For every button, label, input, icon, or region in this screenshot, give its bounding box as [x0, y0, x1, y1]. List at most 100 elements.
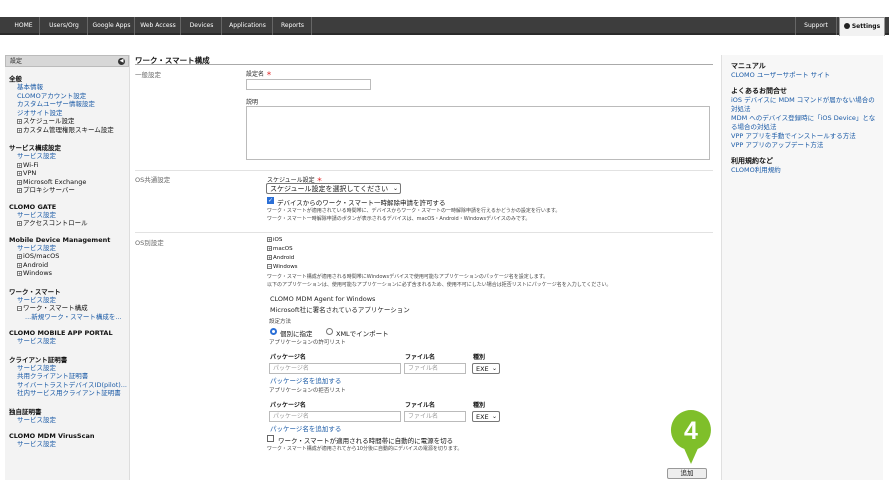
deny-add-package-link[interactable]: パッケージ名を追加する: [270, 423, 341, 433]
method-label: 設定方法: [269, 319, 292, 325]
section-divider: [135, 232, 713, 233]
sidebar-link-service-settings[interactable]: サービス設定: [9, 440, 129, 449]
deny-package-input[interactable]: パッケージ名: [269, 411, 401, 422]
faq-link[interactable]: VPP アプリを手動でインストールする方法: [731, 132, 883, 141]
sidebar-link-internal-cert[interactable]: 社内サービス用クライアント証明書: [9, 389, 129, 398]
power-off-checkbox[interactable]: [267, 435, 274, 442]
deny-file-input[interactable]: ファイル名: [404, 411, 466, 422]
os-tab-label: macOS: [273, 246, 293, 252]
allow-release-help-2: ワーク・スマート一時解除申請のボタンが表示されるデバイスは、macOS・Andr…: [267, 216, 531, 222]
config-name-label: 設定名 ＊: [246, 69, 272, 78]
section-os-specific-label: OS別設定: [135, 239, 164, 247]
chevron-down-icon: ⌄: [491, 413, 497, 420]
callout-pointer: [683, 446, 699, 464]
sidebar-link-new-work-smart[interactable]: ...新規ワーク・スマート構成を...: [9, 313, 129, 322]
sidebar-link-shared-cert[interactable]: 共用クライアント証明書: [9, 372, 129, 381]
sidebar-tree-windows[interactable]: + Windows: [9, 269, 129, 278]
allow-type-value: EXE: [476, 365, 489, 373]
method-individual-radio[interactable]: [270, 328, 277, 335]
allow-package-input[interactable]: パッケージ名: [269, 363, 401, 374]
chevron-down-icon: ⌄: [392, 185, 398, 192]
sidebar-group-title: クライアント証明書: [9, 355, 68, 364]
sidebar-tree-exchange[interactable]: + Microsoft Exchange: [9, 178, 129, 187]
sidebar-group-title: CLOMO MOBILE APP PORTAL: [9, 329, 113, 337]
sidebar-tree-label: ワーク・スマート構成: [23, 304, 88, 312]
sidebar-tree-wifi[interactable]: + Wi-Fi: [9, 161, 129, 170]
sidebar-tree-label: VPN: [23, 169, 37, 177]
sidebar-group-title: ワーク・スマート: [9, 287, 61, 296]
sidebar-group-title: CLOMO MDM VirusScan: [9, 432, 95, 440]
sidebar-tree-proxy[interactable]: + プロキシサーバー: [9, 186, 129, 195]
sidebar-tree-ios-macos[interactable]: + iOS/macOS: [9, 252, 129, 261]
power-off-help: ワーク・スマート構成が適用されてから10分後に自動的にデバイスの電源を切ります。: [267, 446, 463, 452]
allow-add-package-link[interactable]: パッケージ名を追加する: [270, 375, 341, 385]
sidebar-tree-android[interactable]: + Android: [9, 261, 129, 270]
sidebar-tree-custom-permission[interactable]: + カスタム管理権限スキーム設定: [9, 126, 129, 135]
faq-link[interactable]: VPP アプリのアップデート方法: [731, 141, 883, 150]
sidebar-tree-work-smart-config[interactable]: − ワーク・スマート構成: [9, 304, 129, 313]
os-tab-ios[interactable]: + iOS: [267, 237, 282, 243]
sidebar-link-service-settings[interactable]: サービス設定: [9, 416, 129, 425]
method-xml-label: XMLでインポート: [336, 330, 389, 338]
sidebar-link-account[interactable]: CLOMOアカウント設定: [9, 92, 129, 101]
faq-link[interactable]: iOS デバイスに MDM コマンドが届かない場合の対処法: [731, 96, 883, 114]
nav-reports[interactable]: Reports: [274, 17, 312, 35]
sidebar-tree-access-control[interactable]: + アクセスコントロール: [9, 219, 129, 228]
sidebar-header: 設定 ◀: [5, 55, 129, 67]
sidebar-link-basic-info[interactable]: 基本情報: [9, 83, 129, 92]
manual-title: マニュアル: [731, 62, 766, 70]
nav-google-apps[interactable]: Google Apps: [89, 17, 135, 35]
nav-applications[interactable]: Applications: [223, 17, 273, 35]
sidebar-group-title: 全般: [9, 75, 22, 83]
expand-icon: +: [17, 188, 22, 193]
sidebar-tree-schedule[interactable]: + スケジュール設定: [9, 117, 129, 126]
allow-file-input[interactable]: ファイル名: [404, 363, 466, 374]
os-tab-android[interactable]: + Android: [267, 255, 294, 261]
sidebar-link-service-settings[interactable]: サービス設定: [9, 244, 129, 253]
manual-link[interactable]: CLOMO ユーザーサポート サイト: [731, 71, 883, 80]
nav-home[interactable]: HOME: [8, 17, 40, 35]
sidebar-tree-vpn[interactable]: + VPN: [9, 169, 129, 178]
sidebar-link-service-settings[interactable]: サービス設定: [9, 211, 129, 220]
sidebar-link-service-settings[interactable]: サービス設定: [9, 296, 129, 305]
description-textarea[interactable]: [246, 106, 710, 160]
sidebar-link-service-settings[interactable]: サービス設定: [9, 337, 129, 346]
os-tab-macos[interactable]: + macOS: [267, 246, 293, 252]
schedule-select[interactable]: スケジュール設定を選択してください ⌄: [266, 183, 401, 194]
expand-icon: +: [17, 254, 22, 259]
sidebar-group-mdm: Mobile Device Management サービス設定 + iOS/mac…: [9, 236, 129, 278]
sidebar-link-custom-user[interactable]: カスタムユーザー情報設定: [9, 100, 129, 109]
terms-link[interactable]: CLOMO利用規約: [731, 166, 883, 175]
nav-devices[interactable]: Devices: [182, 17, 222, 35]
allow-type-select[interactable]: EXE ⌄: [472, 363, 500, 374]
allow-list-label: アプリケーションの許可リスト: [269, 340, 346, 346]
sidebar-link-cybertrust[interactable]: サイバートラストデバイスID(pilot)...: [9, 381, 129, 390]
allow-release-checkbox[interactable]: ✓: [267, 197, 274, 204]
callout-number: 4: [684, 417, 698, 445]
config-name-input[interactable]: [246, 79, 371, 90]
sidebar-tree-label: Microsoft Exchange: [23, 177, 87, 186]
faq-link[interactable]: MDM へのデバイス登録時に「iOS Device」となる場合の対処法: [731, 114, 883, 132]
nav-web-access[interactable]: Web Access: [136, 17, 181, 35]
add-button[interactable]: 追加: [667, 468, 707, 479]
sidebar-link-geosite[interactable]: ジオサイト設定: [9, 109, 129, 118]
sidebar-group-title: 独自証明書: [9, 407, 42, 416]
collapse-icon[interactable]: ◀: [118, 58, 125, 65]
sidebar-group-title: CLOMO GATE: [9, 202, 57, 211]
os-tab-windows[interactable]: − Windows: [267, 264, 298, 270]
sidebar-link-service-settings[interactable]: サービス設定: [9, 364, 129, 373]
expand-icon: +: [17, 119, 22, 124]
windows-help-1: ワーク・スマート構成が適用される時間帯にWindowsデバイスで使用可能なアプリ…: [267, 274, 549, 280]
settings-sidebar: 設定 ◀ 全般 基本情報 CLOMOアカウント設定 カスタムユーザー情報設定 ジ…: [5, 55, 130, 480]
sidebar-link-service-settings[interactable]: サービス設定: [9, 152, 129, 161]
sidebar-tree-label: Android: [23, 260, 49, 269]
nav-users-org[interactable]: Users/Org: [41, 17, 88, 35]
deny-type-value: EXE: [476, 413, 489, 421]
power-off-label: ワーク・スマートが適用される時間帯に自動的に電源を切る: [278, 437, 454, 445]
nav-settings[interactable]: Settings: [839, 17, 885, 36]
nav-support[interactable]: Support: [795, 17, 837, 35]
deny-type-select[interactable]: EXE ⌄: [472, 411, 500, 422]
method-xml-radio[interactable]: [326, 328, 333, 335]
expand-icon: +: [267, 246, 272, 251]
col-file-header: ファイル名: [405, 402, 436, 409]
